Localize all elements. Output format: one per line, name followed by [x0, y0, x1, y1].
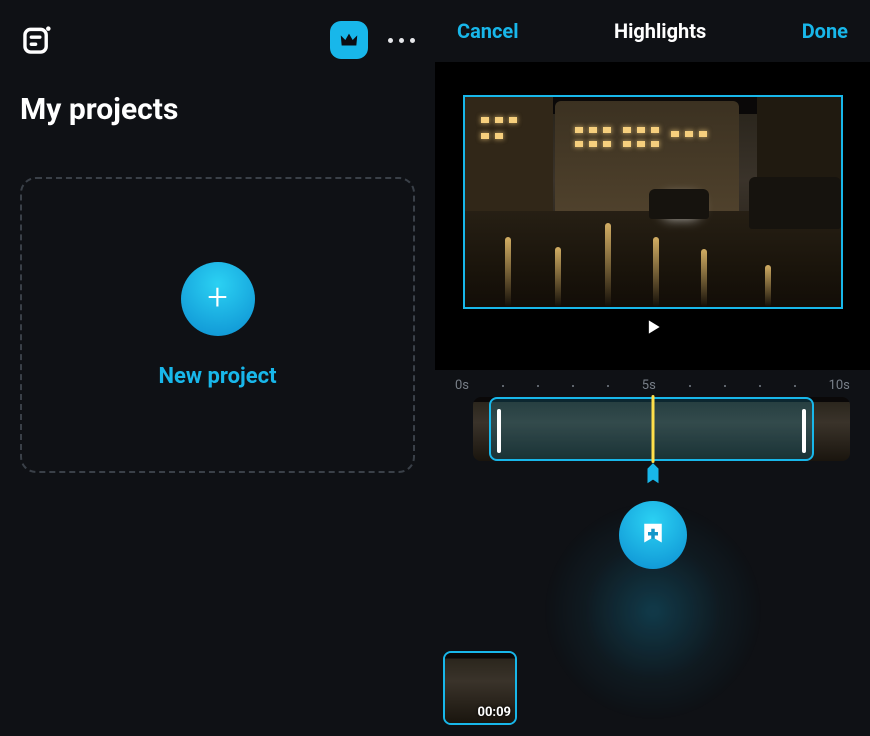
playhead[interactable] [651, 395, 654, 463]
timeline-track[interactable] [447, 397, 858, 461]
ruler-label: 10s [829, 378, 850, 393]
add-highlight-button[interactable] [619, 501, 687, 569]
video-frame-content [465, 97, 841, 307]
timeline: 0s 5s 10s [435, 370, 870, 461]
editor-top-bar: Cancel Highlights Done [435, 0, 870, 62]
trim-handle-right[interactable] [802, 409, 806, 453]
ruler-label: 5s [642, 378, 656, 393]
clip-duration: 00:09 [478, 705, 512, 720]
premium-crown-button[interactable] [330, 21, 368, 59]
projects-panel: My projects + New project [0, 0, 435, 736]
video-preview-area [435, 62, 870, 370]
top-bar [20, 18, 415, 62]
trim-handle-left[interactable] [497, 409, 501, 453]
top-bar-actions [330, 21, 415, 59]
play-icon[interactable] [643, 317, 663, 337]
new-project-label: New project [158, 364, 276, 389]
done-button[interactable]: Done [802, 19, 848, 43]
timeline-ruler: 0s 5s 10s [447, 378, 858, 393]
clip-thumbnail[interactable]: 00:09 [443, 651, 517, 725]
cancel-button[interactable]: Cancel [457, 19, 519, 43]
page-title: My projects [20, 92, 415, 127]
editor-title: Highlights [614, 19, 706, 43]
app-logo-icon[interactable] [20, 23, 54, 57]
highlights-editor-panel: Cancel Highlights Done [435, 0, 870, 736]
ruler-label: 0s [455, 378, 469, 393]
add-project-icon[interactable]: + [181, 262, 255, 336]
new-project-card[interactable]: + New project [20, 177, 415, 473]
add-highlight-area [435, 461, 870, 640]
more-menu-icon[interactable] [388, 38, 415, 43]
video-preview-frame[interactable] [463, 95, 843, 309]
